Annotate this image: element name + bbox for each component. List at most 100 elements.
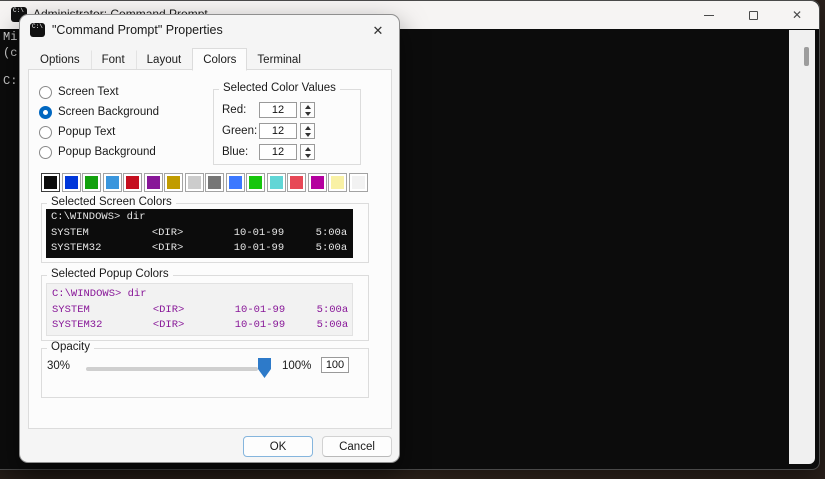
selected-screen-colors-group: Selected Screen Colors C:\WINDOWS> dir S… <box>41 203 369 263</box>
swatch-color <box>188 176 201 189</box>
swatch-color <box>229 176 242 189</box>
palette-swatch-8[interactable] <box>205 173 224 192</box>
preview-line: SYSTEM32 <DIR> 10-01-99 5:00a <box>52 318 347 334</box>
dialog-close-button[interactable]: ✕ <box>367 21 389 41</box>
maximize-button[interactable] <box>731 1 775 29</box>
console-output-line: (c <box>3 46 17 60</box>
green-input[interactable]: 12 <box>259 123 297 139</box>
cmd-icon: C:\ <box>30 23 45 37</box>
palette-swatch-1[interactable] <box>62 173 81 192</box>
palette-swatch-14[interactable] <box>328 173 347 192</box>
spin-up-button[interactable] <box>301 145 314 152</box>
swatch-color <box>167 176 180 189</box>
console-output-line: Mi <box>3 30 17 44</box>
swatch-color <box>270 176 283 189</box>
blue-channel-row: Blue: 12 <box>214 144 360 160</box>
red-input[interactable]: 12 <box>259 102 297 118</box>
console-scrollbar[interactable] <box>789 30 815 464</box>
cancel-button[interactable]: Cancel <box>322 436 392 457</box>
close-button[interactable]: ✕ <box>775 1 819 29</box>
swatch-color <box>147 176 160 189</box>
swatch-color <box>290 176 303 189</box>
radio-checked-icon <box>39 106 52 119</box>
color-target-radio-group: Screen Text Screen Background Popup Text… <box>39 82 159 162</box>
radio-popup-text[interactable]: Popup Text <box>39 122 159 142</box>
tab-layout[interactable]: Layout <box>136 50 193 70</box>
group-legend: Selected Screen Colors <box>47 196 176 208</box>
group-legend: Opacity <box>47 341 94 353</box>
red-channel-row: Red: 12 <box>214 102 360 118</box>
spin-up-button[interactable] <box>301 124 314 131</box>
maximize-icon <box>749 11 758 20</box>
close-icon: ✕ <box>792 9 802 21</box>
red-label: Red: <box>222 104 246 116</box>
colors-tab-page: Screen Text Screen Background Popup Text… <box>28 69 392 429</box>
selected-color-values-group: Selected Color Values Red: 12 Green: 12 <box>213 89 361 165</box>
tab-font[interactable]: Font <box>91 50 136 70</box>
spin-down-button[interactable] <box>301 131 314 138</box>
spin-down-button[interactable] <box>301 110 314 117</box>
desktop: C:\ Administrator: Command Prompt ✕ Mi (… <box>0 0 825 479</box>
swatch-color <box>249 176 262 189</box>
palette-swatch-9[interactable] <box>226 173 245 192</box>
swatch-color <box>311 176 324 189</box>
dialog-title: "Command Prompt" Properties <box>52 23 223 37</box>
swatch-color <box>331 176 344 189</box>
radio-icon <box>39 146 52 159</box>
arrow-down-icon <box>305 133 311 137</box>
palette-swatch-6[interactable] <box>164 173 183 192</box>
console-output-line: C: <box>3 74 17 88</box>
swatch-color <box>65 176 78 189</box>
selected-popup-colors-group: Selected Popup Colors C:\WINDOWS> dir SY… <box>41 275 369 341</box>
palette-swatch-2[interactable] <box>82 173 101 192</box>
group-legend: Selected Color Values <box>219 82 340 94</box>
tab-strip: Options Font Layout Colors Terminal <box>29 49 312 70</box>
palette-swatch-4[interactable] <box>123 173 142 192</box>
minimize-button[interactable] <box>687 1 731 29</box>
palette-swatch-0[interactable] <box>41 173 60 192</box>
ok-button[interactable]: OK <box>243 436 313 457</box>
arrow-down-icon <box>305 154 311 158</box>
opacity-slider-track[interactable] <box>86 367 258 371</box>
swatch-color <box>208 176 221 189</box>
color-palette <box>41 173 368 192</box>
radio-screen-text[interactable]: Screen Text <box>39 82 159 102</box>
tab-options[interactable]: Options <box>29 50 91 70</box>
arrow-up-icon <box>305 105 311 109</box>
radio-icon <box>39 126 52 139</box>
tab-colors[interactable]: Colors <box>192 48 247 71</box>
palette-swatch-12[interactable] <box>287 173 306 192</box>
swatch-color <box>352 176 365 189</box>
radio-popup-background[interactable]: Popup Background <box>39 142 159 162</box>
palette-swatch-15[interactable] <box>349 173 368 192</box>
scrollbar-thumb[interactable] <box>804 47 809 66</box>
palette-swatch-7[interactable] <box>185 173 204 192</box>
spin-down-button[interactable] <box>301 152 314 159</box>
opacity-group: Opacity 30% 100% 100 <box>41 348 369 398</box>
tab-terminal[interactable]: Terminal <box>247 50 311 70</box>
blue-spinner <box>300 144 315 160</box>
arrow-down-icon <box>305 112 311 116</box>
radio-label: Popup Background <box>58 146 156 158</box>
palette-swatch-5[interactable] <box>144 173 163 192</box>
preview-line: C:\WINDOWS> dir <box>52 287 347 303</box>
properties-dialog: C:\ "Command Prompt" Properties ✕ Option… <box>20 15 399 462</box>
palette-swatch-11[interactable] <box>267 173 286 192</box>
radio-screen-background[interactable]: Screen Background <box>39 102 159 122</box>
palette-swatch-10[interactable] <box>246 173 265 192</box>
red-spinner <box>300 102 315 118</box>
green-spinner <box>300 123 315 139</box>
green-label: Green: <box>222 125 257 137</box>
opacity-slider-thumb[interactable] <box>258 358 271 378</box>
arrow-up-icon <box>305 147 311 151</box>
preview-line: SYSTEM <DIR> 10-01-99 5:00a <box>51 226 348 242</box>
palette-swatch-3[interactable] <box>103 173 122 192</box>
dialog-titlebar[interactable]: C:\ "Command Prompt" Properties ✕ <box>20 15 399 45</box>
spin-up-button[interactable] <box>301 103 314 110</box>
opacity-value-input[interactable]: 100 <box>321 357 349 373</box>
radio-label: Screen Text <box>58 86 119 98</box>
palette-swatch-13[interactable] <box>308 173 327 192</box>
blue-input[interactable]: 12 <box>259 144 297 160</box>
radio-label: Screen Background <box>58 106 159 118</box>
radio-icon <box>39 86 52 99</box>
